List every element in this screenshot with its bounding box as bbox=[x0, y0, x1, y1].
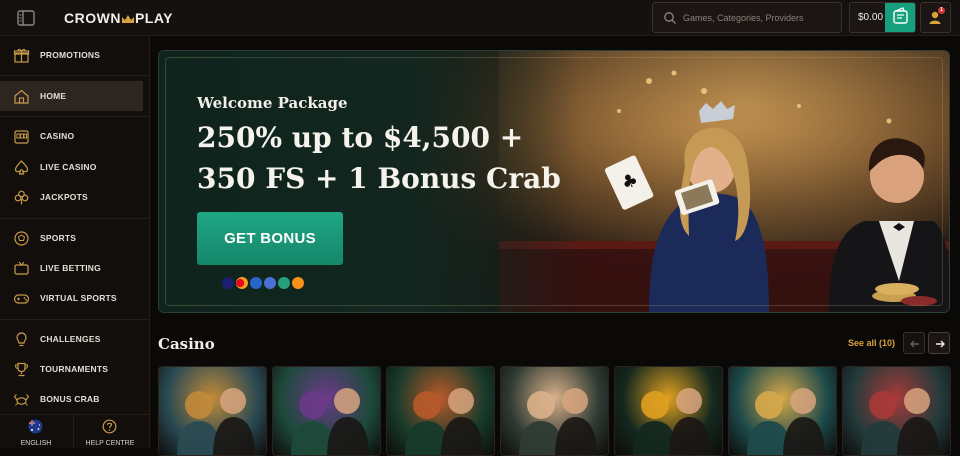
sidebar-item-virtual-sports[interactable]: VIRTUAL SPORTS bbox=[0, 283, 143, 313]
sidebar-item-label: TOURNAMENTS bbox=[40, 364, 109, 374]
sidebar-item-label: CASINO bbox=[40, 131, 75, 141]
divider bbox=[0, 319, 150, 320]
tether-icon bbox=[278, 277, 290, 289]
sidebar-item-live-casino[interactable]: LIVE CASINO bbox=[0, 152, 143, 182]
sidebar-item-home[interactable]: HOME bbox=[0, 81, 143, 111]
logo[interactable]: CROWN PLAY bbox=[64, 10, 173, 27]
logo-text-right: PLAY bbox=[134, 10, 173, 26]
help-icon bbox=[102, 419, 117, 434]
logo-text-left: CROWN bbox=[64, 10, 121, 26]
account-button[interactable]: 1 bbox=[920, 2, 951, 33]
game-tile-card-players[interactable] bbox=[842, 366, 951, 456]
wallet-button[interactable] bbox=[885, 3, 915, 32]
lightbulb-icon bbox=[13, 331, 30, 348]
sidebar-item-label: VIRTUAL SPORTS bbox=[40, 293, 117, 303]
help-label: HELP CENTRE bbox=[85, 440, 135, 447]
headline-line-1: 250% up to $4,500 + bbox=[197, 121, 524, 154]
top-bar: CROWN PLAY $0.00 1 bbox=[0, 0, 960, 36]
sidebar-item-label: HOME bbox=[40, 91, 67, 101]
mastercard-icon bbox=[236, 277, 248, 289]
banner-headline: 250% up to $4,500 + 350 FS + 1 Bonus Cra… bbox=[197, 117, 577, 199]
spade-icon bbox=[13, 159, 30, 176]
ball-icon bbox=[13, 230, 30, 247]
gift-icon bbox=[13, 47, 30, 64]
divider bbox=[0, 75, 150, 76]
game-thumbnail-art bbox=[633, 388, 711, 455]
sidebar-item-challenges[interactable]: CHALLENGES bbox=[0, 324, 143, 354]
divider bbox=[0, 218, 150, 219]
language-label: ENGLISH bbox=[20, 440, 52, 447]
sidebar-item-label: PROMOTIONS bbox=[40, 50, 101, 60]
game-thumbnail-art bbox=[291, 388, 369, 455]
headline-line-2: 350 FS + 1 Bonus Crab bbox=[197, 162, 561, 195]
get-bonus-button[interactable]: GET BONUS bbox=[197, 212, 343, 265]
arrow-left-icon bbox=[910, 340, 919, 348]
section-title-casino: Casino bbox=[158, 335, 215, 353]
game-tile-zombie[interactable] bbox=[272, 366, 381, 456]
sidebar-item-promotions[interactable]: PROMOTIONS bbox=[0, 40, 143, 70]
game-tile-viking[interactable] bbox=[158, 366, 267, 456]
sidebar-item-label: LIVE CASINO bbox=[40, 162, 97, 172]
see-all-link[interactable]: See all (10) bbox=[848, 338, 895, 348]
divider bbox=[0, 116, 150, 117]
bitcoin-icon bbox=[292, 277, 304, 289]
search-icon bbox=[663, 11, 677, 25]
sidebar-item-label: SPORTS bbox=[40, 233, 77, 243]
notification-badge: 1 bbox=[938, 7, 945, 14]
sidebar-item-bonus-crab[interactable]: BONUS CRAB bbox=[0, 384, 143, 414]
search-input[interactable] bbox=[683, 9, 835, 27]
gamepad-icon bbox=[13, 290, 30, 307]
game-thumbnail-art bbox=[861, 388, 939, 455]
sidebar-item-label: JACKPOTS bbox=[40, 192, 88, 202]
slot-machine-icon bbox=[13, 128, 30, 145]
help-centre-button[interactable]: HELP CENTRE bbox=[74, 415, 146, 449]
crypto-icon bbox=[264, 277, 276, 289]
banner-subtitle: Welcome Package bbox=[197, 94, 348, 112]
tv-icon bbox=[13, 260, 30, 277]
home-icon bbox=[13, 88, 30, 105]
sidebar-item-label: CHALLENGES bbox=[40, 334, 101, 344]
visa-icon bbox=[222, 277, 234, 289]
game-thumbnail-art bbox=[747, 388, 825, 455]
clover-icon bbox=[13, 189, 30, 206]
search-box[interactable] bbox=[652, 2, 842, 33]
sidebar-item-tournaments[interactable]: TOURNAMENTS bbox=[0, 354, 143, 384]
balance-amount: $0.00 bbox=[858, 12, 884, 23]
sidebar-footer: ENGLISH HELP CENTRE bbox=[0, 414, 150, 449]
game-tile-aztec[interactable] bbox=[728, 366, 837, 456]
bank-icon bbox=[250, 277, 262, 289]
trophy-icon bbox=[13, 361, 30, 378]
sidebar-item-live-betting[interactable]: LIVE BETTING bbox=[0, 253, 143, 283]
sidebar-item-label: BONUS CRAB bbox=[40, 394, 100, 404]
user-icon bbox=[929, 11, 941, 24]
game-tile-couple[interactable] bbox=[500, 366, 609, 456]
sidebar-item-casino[interactable]: CASINO bbox=[0, 121, 143, 151]
sidebar: PROMOTIONS HOME CASINO LIVE CASINO JACKP… bbox=[0, 36, 150, 449]
sidebar-toggle-icon[interactable] bbox=[17, 10, 35, 26]
sidebar-item-jackpots[interactable]: JACKPOTS bbox=[0, 182, 143, 212]
sidebar-item-label: LIVE BETTING bbox=[40, 263, 101, 273]
arrow-right-icon bbox=[936, 340, 945, 348]
flag-australia-icon bbox=[28, 419, 43, 434]
game-tile-pirate[interactable] bbox=[386, 366, 495, 456]
game-tile-diamond[interactable] bbox=[614, 366, 723, 456]
wallet-icon bbox=[893, 7, 908, 24]
promo-banner[interactable]: ♣ Welcome Package 250% up to $4,500 + 35… bbox=[158, 50, 950, 313]
crab-icon bbox=[13, 391, 30, 408]
game-thumbnail-art bbox=[519, 388, 597, 455]
payment-methods bbox=[222, 277, 306, 290]
language-selector[interactable]: ENGLISH bbox=[0, 415, 72, 449]
game-thumbnail-art bbox=[177, 388, 255, 455]
carousel-prev-button[interactable] bbox=[903, 332, 925, 354]
balance-widget[interactable]: $0.00 bbox=[849, 2, 916, 33]
game-thumbnail-art bbox=[405, 388, 483, 455]
crown-icon bbox=[121, 11, 135, 27]
carousel-next-button[interactable] bbox=[928, 332, 950, 354]
sidebar-item-sports[interactable]: SPORTS bbox=[0, 223, 143, 253]
